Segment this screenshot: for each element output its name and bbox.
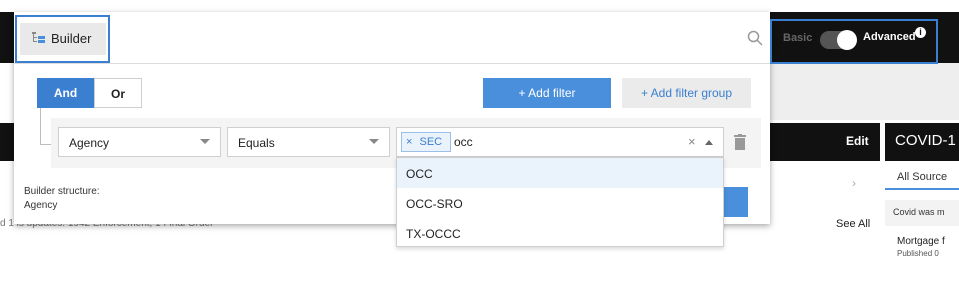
builder-structure-value: Agency (24, 200, 58, 211)
news-item-title: Mortgage f (897, 236, 945, 247)
dropdown-option[interactable]: TX-OCCC (397, 218, 723, 248)
dropdown-option[interactable]: OCC-SRO (397, 188, 723, 218)
chevron-right-icon[interactable]: › (852, 176, 856, 190)
field-select[interactable]: Agency (58, 127, 221, 157)
search-icon[interactable] (747, 30, 763, 46)
info-icon[interactable]: i (915, 27, 926, 38)
builder-structure-label: Builder structure: (24, 186, 100, 197)
value-tag[interactable]: × SEC (401, 132, 451, 152)
remove-tag-icon[interactable]: × (406, 136, 412, 148)
chevron-down-icon (200, 139, 210, 144)
mode-basic-label[interactable]: Basic (783, 32, 812, 44)
chevron-down-icon (369, 139, 379, 144)
mode-toggle-knob[interactable] (837, 30, 857, 50)
value-options-dropdown: OCC OCC-SRO TX-OCCC (396, 157, 724, 247)
trash-icon[interactable] (734, 134, 746, 150)
apply-button[interactable] (724, 187, 748, 217)
add-filter-button[interactable]: + Add filter (483, 78, 611, 108)
covid-note: Covid was m (885, 200, 959, 226)
logic-and-button[interactable]: And (37, 78, 94, 108)
builder-structure: Builder structure: Agency (24, 185, 100, 213)
search-bar[interactable] (14, 12, 770, 64)
secondary-bar (770, 63, 959, 120)
see-all-link[interactable]: See All (836, 218, 870, 230)
dropdown-option[interactable]: OCC (397, 158, 723, 188)
operator-select-value: Equals (238, 136, 275, 150)
value-search-input[interactable]: occ (454, 135, 473, 149)
mode-advanced-label[interactable]: Advanced (863, 31, 916, 43)
tree-connector (40, 108, 41, 145)
news-item[interactable]: Mortgage f Published 0 (885, 228, 959, 268)
field-select-value: Agency (69, 136, 110, 150)
chevron-up-icon[interactable] (705, 140, 713, 145)
builder-highlight-frame (15, 15, 110, 63)
clear-icon[interactable]: × (688, 134, 696, 149)
news-item-date: Published 0 (897, 249, 939, 258)
edit-link[interactable]: Edit (846, 134, 869, 148)
covid-panel-title: COVID-1 (885, 123, 959, 161)
logic-or-button[interactable]: Or (94, 78, 142, 108)
operator-select[interactable]: Equals (227, 127, 390, 157)
add-filter-group-button[interactable]: + Add filter group (622, 78, 751, 108)
tab-all-sources[interactable]: All Source (885, 163, 959, 190)
value-tag-label: SEC (419, 136, 443, 148)
